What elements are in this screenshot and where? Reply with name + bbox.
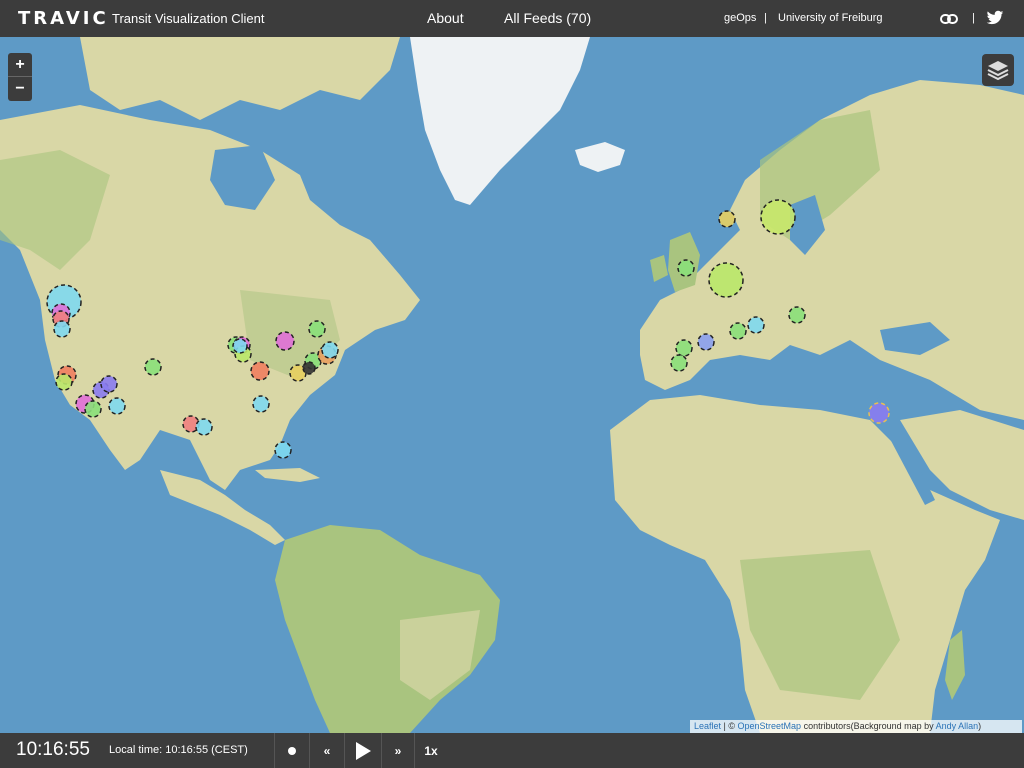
feed-marker[interactable] xyxy=(718,210,736,228)
university-link[interactable]: University of Freiburg xyxy=(778,12,883,24)
link-icon[interactable] xyxy=(940,12,958,24)
map-attribution: Leaflet | © OpenStreetMap contributors(B… xyxy=(690,720,1022,733)
app-subtitle: Transit Visualization Client xyxy=(112,11,265,26)
feed-marker[interactable] xyxy=(250,361,270,381)
geops-link[interactable]: geOps xyxy=(724,12,756,24)
layers-icon xyxy=(982,61,1014,90)
attribution-text: contributors(Background map by xyxy=(801,721,936,731)
nav-about-link[interactable]: About xyxy=(427,10,464,26)
brand-logo[interactable]: TRAVIC xyxy=(18,8,109,29)
top-bar: TRAVIC Transit Visualization Client Abou… xyxy=(0,0,1024,37)
feed-marker[interactable] xyxy=(195,418,213,436)
feed-marker[interactable] xyxy=(747,316,765,334)
zoom-control: + − xyxy=(8,53,32,101)
credit-separator: | xyxy=(764,12,767,24)
local-time: Local time: 10:16:55 (CEST) xyxy=(109,744,248,756)
layers-button[interactable] xyxy=(982,54,1014,86)
zoom-in-button[interactable]: + xyxy=(8,53,32,77)
feed-marker[interactable] xyxy=(788,306,806,324)
leaflet-link[interactable]: Leaflet xyxy=(694,721,721,731)
attribution-sep: | © xyxy=(721,721,738,731)
feed-marker[interactable] xyxy=(55,373,73,391)
feed-marker[interactable] xyxy=(53,320,71,338)
feed-marker[interactable] xyxy=(232,338,248,354)
feed-marker[interactable] xyxy=(868,402,890,424)
record-button[interactable] xyxy=(275,733,309,768)
feed-marker[interactable] xyxy=(670,354,688,372)
icon-separator: | xyxy=(972,12,975,24)
feed-marker[interactable] xyxy=(308,320,326,338)
record-icon xyxy=(288,746,296,755)
nav-all-feeds-link[interactable]: All Feeds (70) xyxy=(504,10,591,26)
forward-button[interactable]: » xyxy=(382,733,414,768)
feed-marker[interactable] xyxy=(708,262,744,298)
app-window: TRAVIC Transit Visualization Client Abou… xyxy=(0,0,1024,768)
feed-marker[interactable] xyxy=(677,259,695,277)
feed-marker[interactable] xyxy=(144,358,162,376)
map-tiles xyxy=(0,37,1024,733)
zoom-out-button[interactable]: − xyxy=(8,77,32,101)
feed-marker[interactable] xyxy=(100,375,118,393)
author-link[interactable]: Andy Allan xyxy=(936,721,979,731)
sim-clock: 10:16:55 xyxy=(16,739,90,760)
feed-marker[interactable] xyxy=(252,395,270,413)
twitter-icon[interactable] xyxy=(986,10,1004,26)
feed-marker[interactable] xyxy=(760,199,796,235)
play-icon xyxy=(356,741,371,760)
world-map[interactable] xyxy=(0,37,1024,733)
feed-marker[interactable] xyxy=(108,397,126,415)
feed-marker[interactable] xyxy=(675,339,693,357)
feed-marker[interactable] xyxy=(729,322,747,340)
rewind-button[interactable]: « xyxy=(310,733,344,768)
feed-marker[interactable] xyxy=(275,331,295,351)
play-button[interactable] xyxy=(345,733,381,768)
feed-marker[interactable] xyxy=(84,400,102,418)
feed-marker[interactable] xyxy=(321,341,339,359)
osm-link[interactable]: OpenStreetMap xyxy=(738,721,802,731)
feed-marker[interactable] xyxy=(302,361,316,375)
speed-button[interactable]: 1x xyxy=(415,733,447,768)
feed-marker[interactable] xyxy=(697,333,715,351)
playback-bar: 10:16:55 Local time: 10:16:55 (CEST) « »… xyxy=(0,733,1024,768)
attribution-close: ) xyxy=(978,721,982,731)
feed-marker[interactable] xyxy=(274,441,292,459)
